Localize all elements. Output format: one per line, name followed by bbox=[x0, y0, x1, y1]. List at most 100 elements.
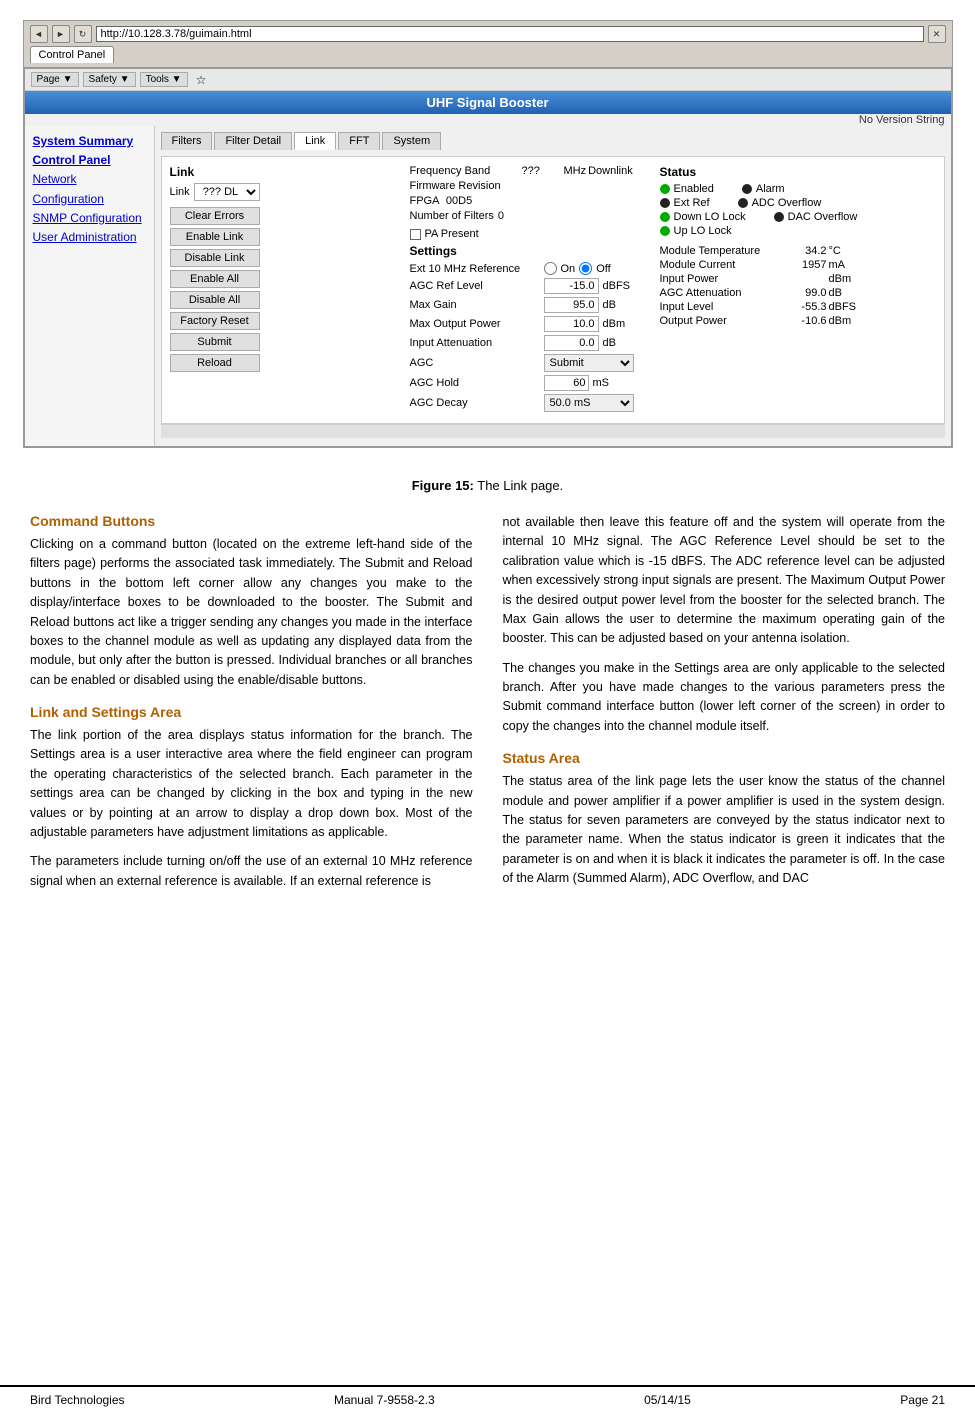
sidebar-item-snmp-config[interactable]: SNMP Configuration bbox=[33, 209, 146, 228]
status-area-text: The status area of the link page lets th… bbox=[503, 772, 946, 888]
agc-hold-unit: mS bbox=[593, 377, 628, 389]
link-settings-text-2: The parameters include turning on/off th… bbox=[30, 852, 473, 891]
disable-all-button[interactable]: Disable All bbox=[170, 291, 260, 309]
status-section: Status Enabled Alarm bbox=[660, 165, 936, 415]
footer-left: Bird Technologies bbox=[30, 1393, 125, 1407]
link-settings-text-1: The link portion of the area displays st… bbox=[30, 726, 473, 842]
tab-system[interactable]: System bbox=[382, 132, 441, 150]
input-level-unit: dBFS bbox=[829, 301, 859, 313]
max-gain-label: Max Gain bbox=[410, 299, 540, 311]
address-text: http://10.128.3.78/guimain.html bbox=[101, 28, 252, 40]
settings-title: Settings bbox=[410, 244, 640, 258]
page-menu-button[interactable]: Page ▼ bbox=[31, 72, 79, 87]
submit-button[interactable]: Submit bbox=[170, 333, 260, 351]
input-level-row: Input Level -55.3 dBFS bbox=[660, 301, 936, 313]
link-dropdown-row: Link ??? DL bbox=[170, 183, 400, 201]
agc-select[interactable]: Submit bbox=[544, 354, 634, 372]
agc-atten-unit: dB bbox=[829, 287, 859, 299]
enable-link-button[interactable]: Enable Link bbox=[170, 228, 260, 246]
tab-fft[interactable]: FFT bbox=[338, 132, 380, 150]
sidebar-item-user-admin[interactable]: User Administration bbox=[33, 228, 146, 247]
column-1: Command Buttons Clicking on a command bu… bbox=[30, 513, 473, 901]
input-level-value: -55.3 bbox=[782, 301, 827, 313]
figure-caption: Figure 15: The Link page. bbox=[30, 478, 945, 493]
module-temp-row: Module Temperature 34.2 °C bbox=[660, 245, 936, 257]
agc-hold-input[interactable] bbox=[544, 375, 589, 391]
settings-section: Settings Ext 10 MHz Reference On Off bbox=[410, 244, 640, 415]
input-power-row: Input Power dBm bbox=[660, 273, 936, 285]
footer-date: 05/14/15 bbox=[644, 1393, 691, 1407]
agc-decay-select[interactable]: 50.0 mS bbox=[544, 394, 634, 412]
ext10-on-radio[interactable] bbox=[544, 262, 557, 275]
tab-filter-detail[interactable]: Filter Detail bbox=[214, 132, 292, 150]
tab-filters[interactable]: Filters bbox=[161, 132, 213, 150]
forward-button[interactable]: ► bbox=[52, 25, 70, 43]
agc-hold-label: AGC Hold bbox=[410, 377, 540, 389]
status-row-ext-ref: Ext Ref ADC Overflow bbox=[660, 197, 936, 209]
app-window: Page ▼ Safety ▼ Tools ▼ ☆ UHF Signal Boo… bbox=[24, 68, 952, 447]
link-info-settings: Frequency Band ??? MHz Downlink Firmware… bbox=[410, 165, 650, 415]
downlink-label: Downlink bbox=[588, 165, 633, 177]
firmware-label: Firmware Revision bbox=[410, 180, 501, 192]
tab-link[interactable]: Link bbox=[294, 132, 336, 150]
two-col-layout: Command Buttons Clicking on a command bu… bbox=[30, 513, 945, 901]
max-gain-input[interactable] bbox=[544, 297, 599, 313]
tools-menu-button[interactable]: Tools ▼ bbox=[140, 72, 188, 87]
status-row-down-lo: Down LO Lock DAC Overflow bbox=[660, 211, 936, 223]
max-output-label: Max Output Power bbox=[410, 318, 540, 330]
reload-button[interactable]: Reload bbox=[170, 354, 260, 372]
module-temp-label: Module Temperature bbox=[660, 245, 780, 257]
ext10-off-label: Off bbox=[596, 263, 610, 275]
ext10-off-radio[interactable] bbox=[579, 262, 592, 275]
dac-overflow-dot bbox=[774, 212, 784, 222]
input-atten-unit: dB bbox=[603, 337, 638, 349]
enabled-label: Enabled bbox=[674, 183, 714, 195]
back-button[interactable]: ◄ bbox=[30, 25, 48, 43]
enable-all-button[interactable]: Enable All bbox=[170, 270, 260, 288]
output-power-unit: dBm bbox=[829, 315, 859, 327]
safety-menu-button[interactable]: Safety ▼ bbox=[83, 72, 136, 87]
input-atten-input[interactable] bbox=[544, 335, 599, 351]
max-output-input[interactable] bbox=[544, 316, 599, 332]
sidebar-item-control-panel[interactable]: Control Panel bbox=[33, 151, 146, 170]
output-power-row: Output Power -10.6 dBm bbox=[660, 315, 936, 327]
figure-caption-text: The Link page. bbox=[477, 478, 563, 493]
agc-decay-row: AGC Decay 50.0 mS bbox=[410, 394, 640, 412]
max-gain-row: Max Gain dB bbox=[410, 297, 640, 313]
module-current-unit: mA bbox=[829, 259, 859, 271]
address-bar[interactable]: http://10.128.3.78/guimain.html bbox=[96, 26, 924, 42]
module-current-value: 1957 bbox=[782, 259, 827, 271]
app-title-bar: UHF Signal Booster bbox=[25, 91, 951, 114]
footer-center: Manual 7-9558-2.3 bbox=[334, 1393, 435, 1407]
fpga-label: FPGA bbox=[410, 195, 439, 207]
disable-link-button[interactable]: Disable Link bbox=[170, 249, 260, 267]
scrollbar[interactable] bbox=[161, 424, 945, 438]
agc-atten-label: AGC Attenuation bbox=[660, 287, 780, 299]
freq-band-value: ??? bbox=[522, 165, 562, 177]
alarm-dot bbox=[742, 184, 752, 194]
freq-band-unit: MHz bbox=[564, 165, 587, 177]
pa-present-row: PA Present bbox=[410, 228, 650, 240]
ext10-label: Ext 10 MHz Reference bbox=[410, 263, 540, 275]
module-current-label: Module Current bbox=[660, 259, 780, 271]
column-2: not available then leave this feature of… bbox=[503, 513, 946, 901]
pa-present-checkbox[interactable] bbox=[410, 229, 421, 240]
num-filters-value: 0 bbox=[498, 210, 504, 222]
num-filters-label: Number of Filters bbox=[410, 210, 494, 222]
factory-reset-button[interactable]: Factory Reset bbox=[170, 312, 260, 330]
sidebar-item-system-summary[interactable]: System Summary bbox=[33, 132, 146, 151]
browser-tab[interactable]: Control Panel bbox=[30, 46, 115, 63]
link-dropdown[interactable]: ??? DL bbox=[194, 183, 260, 201]
enabled-dot bbox=[660, 184, 670, 194]
agc-ref-input[interactable] bbox=[544, 278, 599, 294]
status-area-heading: Status Area bbox=[503, 750, 946, 766]
fpga-row: FPGA 00D5 bbox=[410, 195, 650, 207]
clear-errors-button[interactable]: Clear Errors bbox=[170, 207, 260, 225]
refresh-button[interactable]: ↻ bbox=[74, 25, 92, 43]
link-settings-heading: Link and Settings Area bbox=[30, 704, 473, 720]
sidebar: System Summary Control Panel Network Con… bbox=[25, 126, 155, 446]
module-current-row: Module Current 1957 mA bbox=[660, 259, 936, 271]
sidebar-item-network-config[interactable]: Network Configuration bbox=[33, 170, 146, 208]
ext-ref-label: Ext Ref bbox=[674, 197, 710, 209]
close-button[interactable]: ✕ bbox=[928, 25, 946, 43]
